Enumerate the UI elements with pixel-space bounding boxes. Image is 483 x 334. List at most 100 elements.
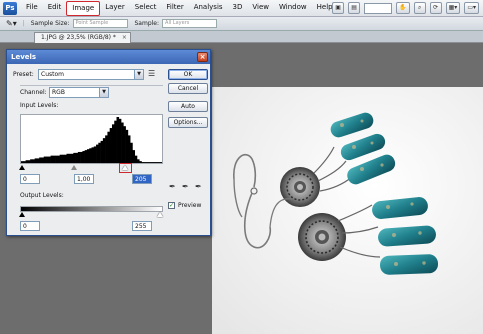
menu-item-window[interactable]: Window: [274, 1, 312, 16]
histogram-bin: [59, 154, 63, 163]
histogram-bin: [46, 156, 49, 163]
preset-options-icon[interactable]: ☰: [148, 69, 155, 78]
output-white-slider[interactable]: [157, 212, 163, 217]
document-tab[interactable]: 1.JPG @ 23,5% (RGB/8) * ×: [34, 32, 131, 43]
histogram-bin: [82, 151, 85, 163]
histogram-bin: [77, 151, 81, 163]
sample-size-select[interactable]: Point Sample: [72, 19, 128, 28]
canvas-image: [212, 87, 483, 334]
histogram-bin: [123, 126, 126, 163]
dialog-title: Levels: [11, 53, 37, 61]
histogram-bin: [139, 161, 142, 163]
histogram-bin: [125, 129, 129, 163]
close-dialog-icon[interactable]: ×: [197, 52, 208, 62]
histogram-bin: [66, 153, 70, 163]
black-point-eyedropper-icon[interactable]: ✒: [169, 182, 176, 191]
histogram-bin: [141, 162, 145, 163]
histogram-bin: [30, 159, 33, 163]
input-black-field[interactable]: 0: [20, 174, 40, 184]
histogram-bin: [80, 151, 83, 163]
histogram-bin: [48, 156, 51, 163]
menu-bar: Ps File Edit Image Layer Select Filter Analysi…: [0, 0, 483, 17]
histogram-bin: [68, 153, 72, 163]
histogram-bin: [109, 128, 113, 163]
preset-label: Preset:: [13, 71, 34, 78]
white-point-eyedropper-icon[interactable]: ✒: [195, 182, 202, 191]
chevron-down-icon: ▼: [99, 88, 108, 97]
dialog-title-bar[interactable]: Levels ×: [7, 50, 210, 64]
preset-value: Custom: [41, 71, 64, 78]
histogram-bin: [127, 135, 131, 163]
histogram-bin: [43, 156, 47, 163]
histogram-bin: [155, 162, 158, 163]
histogram-bin: [118, 118, 122, 163]
minibridge-icon[interactable]: ▤: [348, 2, 361, 14]
channel-select[interactable]: RGB ▼: [49, 87, 109, 98]
preview-checkbox[interactable]: ✓: [168, 202, 175, 209]
sample-select[interactable]: All Layers: [162, 19, 218, 28]
rotate-view-icon[interactable]: ⟳: [429, 2, 442, 14]
histogram-bin: [100, 140, 104, 163]
zoom-tool-icon[interactable]: ⌕: [413, 2, 426, 14]
histogram-bin: [130, 142, 133, 163]
application-bar-tools: ▣ ▤ ✋ ⌕ ⟳ ▦▾ ▭▾: [332, 2, 479, 14]
output-gradient-bar: [20, 206, 163, 212]
menu-item-edit[interactable]: Edit: [43, 1, 67, 16]
output-white-field[interactable]: 255: [132, 221, 152, 231]
arrange-documents-icon[interactable]: ▦▾: [445, 2, 461, 14]
menu-item-view[interactable]: View: [247, 1, 274, 16]
histogram-bin: [116, 117, 120, 163]
menu-item-filter[interactable]: Filter: [161, 1, 188, 16]
histogram-bin: [32, 159, 35, 163]
histogram-graph: [21, 117, 162, 163]
preview-label: Preview: [178, 202, 202, 209]
histogram-bin: [71, 153, 74, 163]
options-button[interactable]: Options...: [168, 117, 208, 128]
histogram-bin: [150, 162, 154, 163]
screen-mode-icon[interactable]: ▭▾: [464, 2, 479, 14]
zoom-level-field[interactable]: [364, 2, 393, 14]
input-white-field[interactable]: 205: [132, 174, 152, 184]
photoshop-logo-icon: Ps: [3, 1, 17, 15]
bridge-icon[interactable]: ▣: [332, 2, 345, 14]
preset-select[interactable]: Custom ▼: [38, 69, 144, 80]
histogram-bin: [132, 150, 136, 163]
eyedropper-tool-icon[interactable]: ✎▾: [6, 19, 17, 28]
histogram-bin: [23, 161, 26, 163]
group-divider: [20, 85, 163, 86]
input-gamma-field[interactable]: 1,00: [74, 174, 94, 184]
menu-item-3d[interactable]: 3D: [228, 1, 248, 16]
cancel-button[interactable]: Cancel: [168, 83, 208, 94]
histogram-bin: [57, 155, 60, 163]
ok-button[interactable]: OK: [168, 69, 208, 80]
histogram-bin: [36, 158, 40, 163]
histogram-bin: [75, 152, 79, 163]
menu-item-select[interactable]: Select: [130, 1, 162, 16]
menu-items: File Edit Image Layer Select Filter Analysis 3D…: [21, 0, 338, 16]
menu-item-image[interactable]: Image: [66, 0, 101, 16]
menu-item-layer[interactable]: Layer: [100, 1, 130, 16]
histogram-bin: [25, 160, 29, 163]
hand-tool-icon[interactable]: ✋: [396, 2, 410, 14]
output-black-field[interactable]: 0: [20, 221, 40, 231]
input-gamma-slider[interactable]: [71, 165, 77, 170]
histogram-bin: [61, 154, 65, 163]
input-black-slider[interactable]: [19, 165, 25, 170]
histogram-bin: [89, 148, 92, 163]
sample-size-label: Sample Size:: [30, 20, 70, 27]
histogram-bin: [121, 122, 124, 163]
close-tab-icon[interactable]: ×: [122, 33, 127, 43]
histogram-bin: [148, 162, 151, 163]
document-tab-row: 1.JPG @ 23,5% (RGB/8) * ×: [0, 31, 483, 43]
histogram-bin: [86, 149, 90, 163]
menu-item-analysis[interactable]: Analysis: [189, 1, 228, 16]
histogram-bin: [50, 155, 54, 163]
histogram-bin: [52, 155, 56, 163]
gray-point-eyedropper-icon[interactable]: ✒: [182, 182, 189, 191]
levels-dialog: Levels × Preset: Custom ▼ ☰ Channel: RGB…: [6, 49, 211, 236]
output-black-slider[interactable]: [19, 212, 25, 217]
histogram-bin: [152, 162, 156, 163]
menu-item-file[interactable]: File: [21, 1, 43, 16]
highlight-annotation-box: [119, 163, 132, 173]
auto-button[interactable]: Auto: [168, 101, 208, 112]
